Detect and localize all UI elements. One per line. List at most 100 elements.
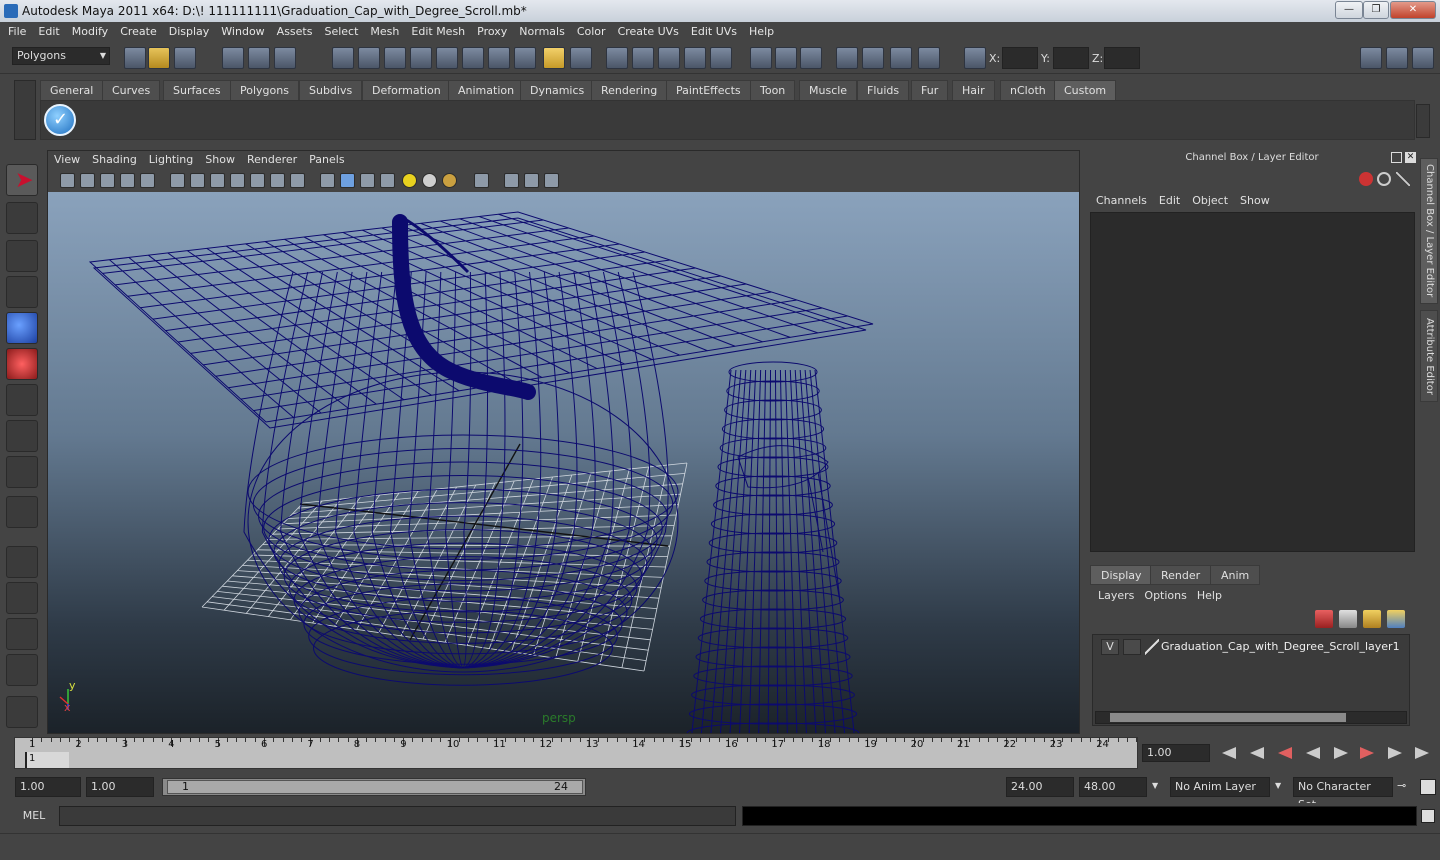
minimize-button[interactable]: —	[1335, 1, 1363, 19]
x-coordinate-field[interactable]	[1002, 47, 1038, 69]
show-tool-settings-icon[interactable]	[1386, 47, 1408, 69]
tab-display[interactable]: Display	[1090, 565, 1153, 585]
3d-scene-view[interactable]: y x persp	[48, 192, 1079, 733]
channel-menu-show[interactable]: Show	[1234, 192, 1276, 210]
animation-end-field[interactable]: 48.00	[1079, 777, 1147, 797]
render-settings-icon[interactable]	[684, 47, 706, 69]
character-set-dropdown[interactable]: No Character Set	[1293, 777, 1393, 811]
checkmark-icon[interactable]: ✓	[44, 104, 76, 136]
grid-icon[interactable]	[170, 173, 185, 188]
shelf-tab-polygons[interactable]: Polygons	[230, 80, 299, 100]
default-light-icon[interactable]	[402, 173, 417, 188]
textured-icon[interactable]	[380, 173, 395, 188]
channel-menu-edit[interactable]: Edit	[1153, 192, 1186, 210]
mode-selector[interactable]: Polygons ▼	[12, 47, 110, 65]
hyper-icon[interactable]	[1396, 172, 1410, 186]
y-coordinate-field[interactable]	[1053, 47, 1089, 69]
step-back-key-icon[interactable]	[1278, 747, 1292, 759]
menu-help[interactable]: Help	[743, 22, 780, 42]
input-ops-icon[interactable]	[462, 47, 484, 69]
close-panel-icon[interactable]: ✕	[1405, 152, 1416, 163]
xray-icon[interactable]	[504, 173, 519, 188]
playback-range-bar[interactable]: 1 24	[162, 778, 586, 796]
select-by-object-icon[interactable]	[248, 47, 270, 69]
sculpt-tool-icon[interactable]	[6, 276, 38, 308]
playback-end-field[interactable]: 24.00	[1006, 777, 1074, 797]
render-view-icon[interactable]	[606, 47, 628, 69]
current-frame-marker[interactable]: 1	[25, 752, 69, 768]
dope-sheet-icon[interactable]	[890, 47, 912, 69]
step-forward-key-icon[interactable]	[1360, 747, 1374, 759]
lasso-tool-icon[interactable]	[6, 202, 38, 234]
new-layer-from-selected-icon[interactable]	[1387, 610, 1405, 628]
graph-editor-icon[interactable]	[836, 47, 858, 69]
menu-select[interactable]: Select	[318, 22, 364, 42]
hud-icon[interactable]	[544, 173, 559, 188]
menu-edit[interactable]: Edit	[32, 22, 65, 42]
outliner-icon[interactable]	[800, 47, 822, 69]
float-panel-icon[interactable]	[1391, 152, 1402, 163]
layer-menu-layers[interactable]: Layers	[1093, 587, 1139, 605]
menu-assets[interactable]: Assets	[271, 22, 319, 42]
shelf-tab-painteffects[interactable]: PaintEffects	[666, 80, 751, 100]
xray-joints-icon[interactable]	[524, 173, 539, 188]
render-current-icon[interactable]	[632, 47, 654, 69]
move-layer-up-icon[interactable]	[1315, 610, 1333, 628]
select-camera-icon[interactable]	[60, 173, 75, 188]
step-back-frame-icon[interactable]	[1250, 747, 1264, 759]
script-editor-icon[interactable]	[1421, 809, 1435, 823]
four-view-layout-icon[interactable]	[6, 582, 38, 614]
animation-start-field[interactable]: 1.00	[15, 777, 81, 797]
layer-display-type-toggle[interactable]	[1123, 639, 1141, 655]
menu-display[interactable]: Display	[163, 22, 216, 42]
menu-mesh[interactable]: Mesh	[364, 22, 405, 42]
anim-layer-dropdown[interactable]: No Anim Layer	[1170, 777, 1270, 797]
tab-anim[interactable]: Anim	[1210, 565, 1261, 585]
select-tool-icon[interactable]: ➤	[6, 164, 38, 196]
range-handle[interactable]: 1 24	[167, 780, 583, 794]
channel-box-area[interactable]	[1090, 212, 1415, 552]
step-forward-frame-icon[interactable]	[1388, 747, 1402, 759]
menu-edit-uvs[interactable]: Edit UVs	[685, 22, 743, 42]
shelf-tab-ncloth[interactable]: nCloth	[1000, 80, 1056, 100]
lock-icon[interactable]	[543, 47, 565, 69]
ipr-render-icon[interactable]	[658, 47, 680, 69]
wireframe-on-shaded-icon[interactable]	[360, 173, 375, 188]
show-attribute-editor-icon[interactable]	[1360, 47, 1382, 69]
scale-tool-icon[interactable]	[6, 348, 38, 380]
universal-manipulator-icon[interactable]	[6, 384, 38, 416]
menu-create[interactable]: Create	[114, 22, 163, 42]
make-live-icon[interactable]	[436, 47, 458, 69]
animation-preferences-icon[interactable]	[1420, 779, 1436, 795]
mel-toggle[interactable]: MEL	[14, 808, 54, 824]
output-ops-icon[interactable]	[488, 47, 510, 69]
shadows-icon[interactable]	[442, 173, 457, 188]
shelf-tab-dynamics[interactable]: Dynamics	[520, 80, 595, 100]
shelf-tab-animation[interactable]: Animation	[448, 80, 525, 100]
layer-menu-options[interactable]: Options	[1139, 587, 1191, 605]
shelf-tab-muscle[interactable]: Muscle	[799, 80, 858, 100]
shelf-tab-surfaces[interactable]: Surfaces	[163, 80, 231, 100]
z-coordinate-field[interactable]	[1104, 47, 1140, 69]
rotate-tool-icon[interactable]	[6, 312, 38, 344]
side-tab-attribute-editor[interactable]: Attribute Editor	[1420, 310, 1438, 402]
select-by-hierarchy-icon[interactable]	[222, 47, 244, 69]
shelf-scroll[interactable]	[1416, 104, 1430, 138]
play-forwards-icon[interactable]	[1334, 747, 1348, 759]
help-question-icon[interactable]	[514, 47, 536, 69]
hypershade-icon[interactable]	[710, 47, 732, 69]
field-chart-icon[interactable]	[250, 173, 265, 188]
viewport-menu-view[interactable]: View	[48, 151, 86, 169]
go-to-end-icon[interactable]	[1415, 747, 1429, 759]
show-manipulator-icon[interactable]	[6, 456, 38, 488]
isolate-select-icon[interactable]	[474, 173, 489, 188]
gate-mask-icon[interactable]	[230, 173, 245, 188]
menu-file[interactable]: File	[0, 22, 32, 42]
bookmarks-icon[interactable]	[100, 173, 115, 188]
chevron-down-icon[interactable]: ▼	[1152, 781, 1158, 790]
viewport-menu-show[interactable]: Show	[199, 151, 241, 169]
shelf-tab-curves[interactable]: Curves	[102, 80, 161, 100]
soft-mod-tool-icon[interactable]	[6, 420, 38, 452]
playback-start-field[interactable]: 1.00	[86, 777, 154, 797]
scroll-thumb[interactable]	[1110, 713, 1346, 722]
